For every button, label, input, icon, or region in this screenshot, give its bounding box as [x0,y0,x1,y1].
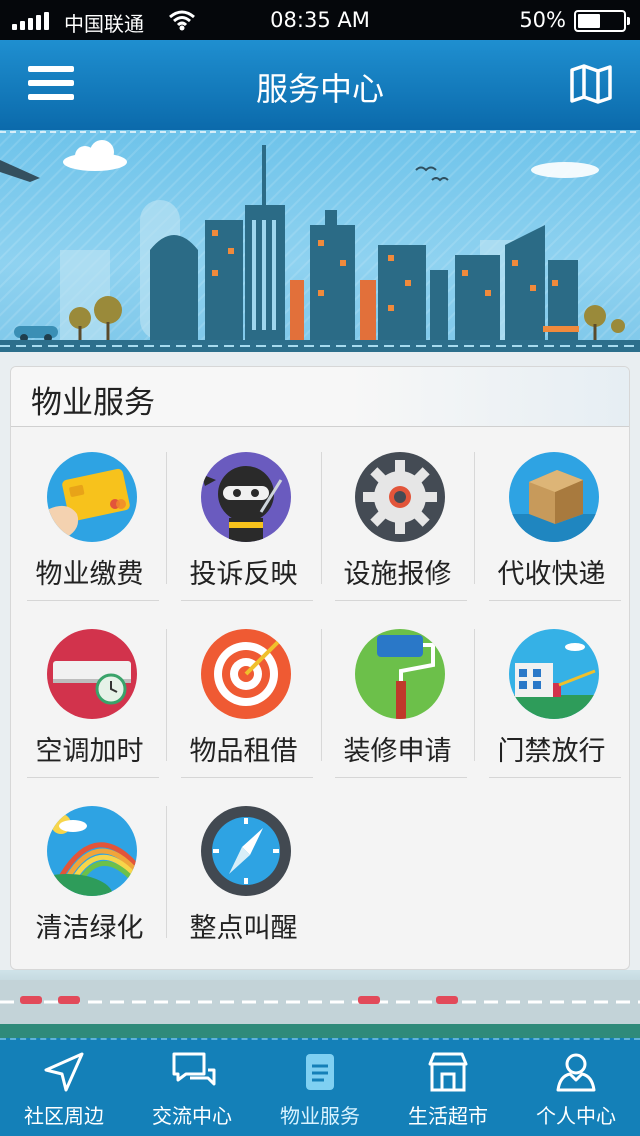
service-label: 代收快递 [497,559,606,590]
bottom-tab-bar: 社区周边 交流中心 物业服务 生活超市 个人中心 [0,1038,640,1136]
person-icon [556,1053,596,1092]
service-pay-fees[interactable]: 物业缴费 [13,427,166,604]
nav-header: 服务中心 [0,40,640,130]
cell-divider [489,600,621,601]
service-label: 整点叫醒 [189,913,298,944]
cell-divider [27,600,159,601]
service-renovation[interactable]: 装修申请 [321,604,474,781]
service-label: 物业缴费 [35,559,144,590]
cell-divider [181,777,313,778]
service-rental[interactable]: 物品租借 [167,604,320,781]
service-label: 投诉反映 [189,559,298,590]
tab-personal-center[interactable]: 个人中心 [512,1040,640,1136]
service-label: 装修申请 [343,736,452,767]
ninja-icon [201,452,291,542]
credit-card-icon [47,452,137,542]
compass-icon [201,806,291,896]
service-cleaning[interactable]: 清洁绿化 [13,781,166,958]
cell-divider [27,777,159,778]
rainbow-icon [47,806,137,896]
tab-label: 社区周边 [24,1104,104,1128]
service-label: 物品租借 [189,736,298,767]
service-repair[interactable]: 设施报修 [321,427,474,604]
service-label: 设施报修 [343,559,452,590]
tab-community-nearby[interactable]: 社区周边 [0,1040,128,1136]
map-icon[interactable] [570,64,612,104]
road-decoration-image [0,970,640,1038]
tab-property-services[interactable]: 物业服务 [256,1040,384,1136]
tab-label: 个人中心 [536,1104,616,1128]
air-conditioner-clock-icon [47,629,137,719]
property-services-card: 物业服务 物业缴费 投诉反映 设施报修 代收快递 空调加时 物品租借 装修申请 … [10,366,630,970]
cell-divider [335,600,467,601]
page-title: 服务中心 [255,70,384,108]
section-title: 物业服务 [31,385,155,421]
tab-label: 物业服务 [280,1104,360,1128]
location-arrow-icon [44,1052,84,1092]
scroll-document-icon [306,1054,334,1090]
service-label: 空调加时 [35,736,144,767]
cell-divider [335,777,467,778]
battery-icon [574,10,630,32]
cell-divider [489,777,621,778]
battery-fill [578,14,600,28]
city-banner-image [0,130,640,352]
tab-label: 生活超市 [408,1104,488,1128]
tab-communication[interactable]: 交流中心 [128,1040,256,1136]
service-gate-access[interactable]: 门禁放行 [475,604,628,781]
tab-supermarket[interactable]: 生活超市 [384,1040,512,1136]
service-label: 门禁放行 [497,736,606,767]
service-label: 清洁绿化 [35,913,144,944]
storefront-icon [428,1052,468,1092]
service-ac-overtime[interactable]: 空调加时 [13,604,166,781]
section-header: 物业服务 [11,367,629,427]
package-box-icon [509,452,599,542]
battery-percent: 50% [519,8,566,32]
service-wake-up-call[interactable]: 整点叫醒 [167,781,320,958]
service-complaint[interactable]: 投诉反映 [167,427,320,604]
status-bar: 中国联通 08:35 AM 50% [0,0,640,40]
gate-barrier-icon [509,629,599,719]
chat-bubbles-icon [172,1052,216,1086]
tab-label: 交流中心 [152,1104,232,1128]
paint-roller-icon [355,629,445,719]
gear-icon [355,452,445,542]
cell-divider [181,600,313,601]
target-arrow-icon [201,629,291,719]
service-parcel[interactable]: 代收快递 [475,427,628,604]
